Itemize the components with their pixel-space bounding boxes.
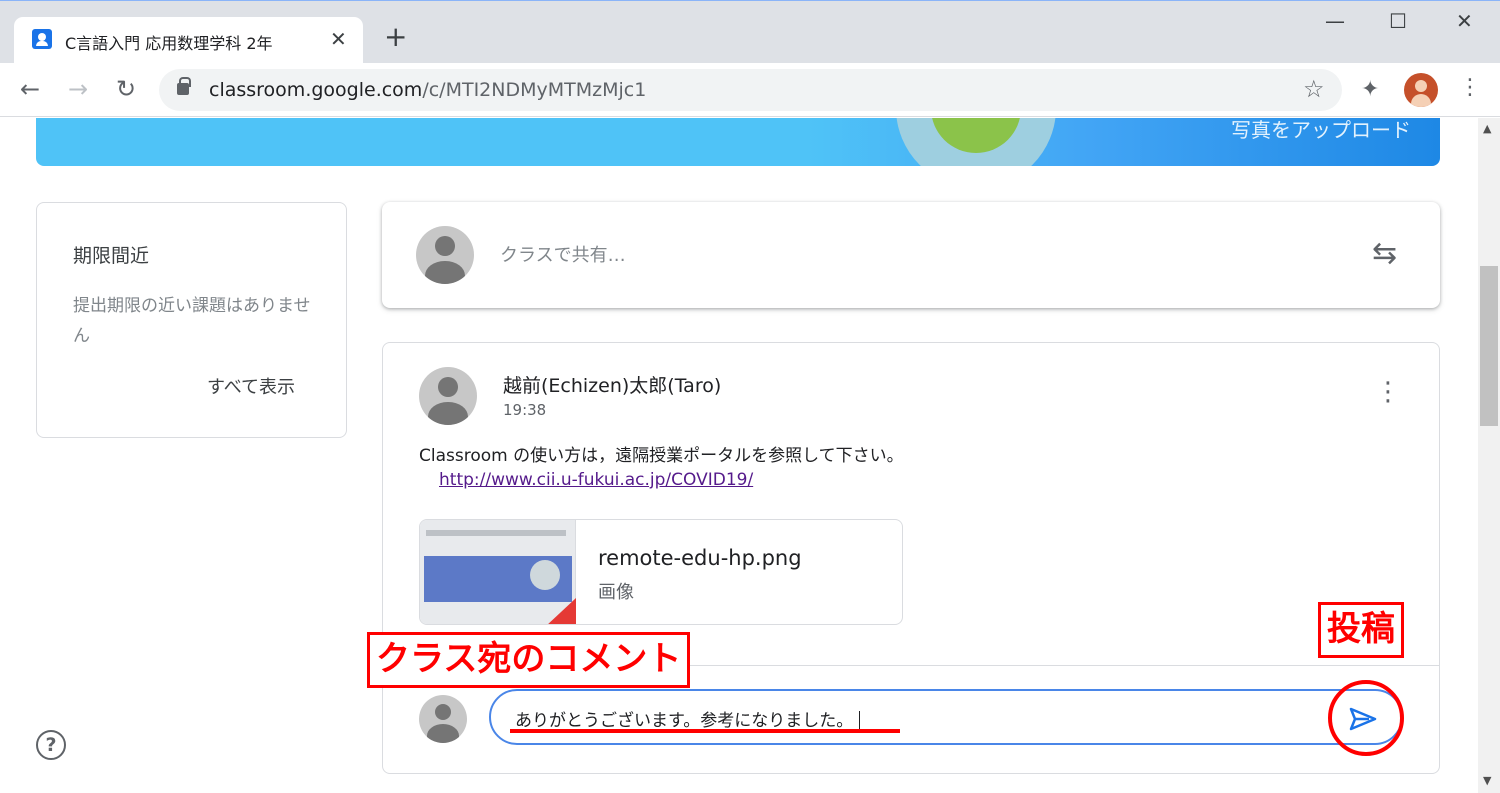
profile-avatar[interactable] xyxy=(1404,73,1438,107)
window-close-button[interactable]: ✕ xyxy=(1456,9,1473,33)
stream-post: 越前(Echizen)太郎(Taro) 19:38 ⋮ Classroom の使… xyxy=(382,342,1440,774)
upcoming-panel: 期限間近 提出期限の近い課題はありません すべて表示 xyxy=(36,202,347,438)
forward-icon[interactable]: → xyxy=(68,75,88,103)
author-avatar xyxy=(419,367,477,425)
upload-photo-link[interactable]: 写真をアップロード xyxy=(1231,118,1411,143)
text-caret xyxy=(859,711,861,731)
scroll-up-arrow-icon[interactable]: ▲ xyxy=(1483,122,1491,135)
annotation-comment-label: クラス宛のコメント xyxy=(367,632,691,688)
page-scrollbar[interactable]: ▲ ▼ xyxy=(1478,118,1500,793)
view-all-link[interactable]: すべて表示 xyxy=(207,373,295,399)
share-placeholder[interactable]: クラスで共有… xyxy=(500,241,626,267)
commenter-avatar xyxy=(419,695,467,743)
user-avatar xyxy=(416,226,474,284)
thumbnail-orb xyxy=(530,560,560,590)
chrome-menu-icon[interactable]: ⋮ xyxy=(1459,75,1481,100)
comment-input-value[interactable]: ありがとうございます。参考になりました。 xyxy=(515,706,861,731)
annotation-send-circle xyxy=(1328,680,1404,756)
upcoming-title: 期限間近 xyxy=(73,245,150,267)
tab-close-icon[interactable]: ✕ xyxy=(330,27,347,51)
repost-icon[interactable]: ⇆ xyxy=(1372,236,1397,271)
image-type-corner-icon xyxy=(546,598,576,624)
attachment-type: 画像 xyxy=(598,582,634,603)
post-body: Classroom の使い方は，遠隔授業ポータルを参照して下さい。 xyxy=(419,446,904,466)
thumbnail-bar xyxy=(426,530,566,536)
annotation-send-label: 投稿 xyxy=(1318,602,1404,658)
url-host: classroom.google.com xyxy=(209,79,423,101)
minimize-button[interactable]: — xyxy=(1325,9,1345,33)
reload-icon[interactable]: ↻ xyxy=(116,75,136,103)
help-icon[interactable]: ? xyxy=(36,730,66,760)
browser-tab[interactable]: C言語入門 応用数理学科 2年 ✕ xyxy=(14,17,363,64)
extensions-icon[interactable]: ✦ xyxy=(1361,77,1379,102)
post-link[interactable]: http://www.cii.u-fukui.ac.jp/COVID19/ xyxy=(439,470,753,490)
class-comment-input[interactable]: ありがとうございます。参考になりました。 xyxy=(489,689,1403,745)
classroom-favicon-icon xyxy=(32,29,52,49)
address-bar[interactable]: classroom.google.com/c/MTI2NDMyMTMzMjc1 … xyxy=(159,69,1342,111)
scroll-thumb[interactable] xyxy=(1480,266,1498,426)
attachment-name: remote-edu-hp.png xyxy=(598,546,802,570)
post-author: 越前(Echizen)太郎(Taro) xyxy=(503,375,722,397)
maximize-button[interactable]: ☐ xyxy=(1389,9,1407,33)
attachment-thumbnail xyxy=(420,520,576,624)
lock-icon[interactable] xyxy=(177,77,191,95)
browser-tabstrip: C言語入門 応用数理学科 2年 ✕ + — ☐ ✕ xyxy=(0,0,1500,64)
tab-title: C言語入門 応用数理学科 2年 xyxy=(65,34,273,53)
star-icon[interactable]: ☆ xyxy=(1303,75,1325,103)
post-time: 19:38 xyxy=(503,401,547,419)
attachment-card[interactable]: remote-edu-hp.png 画像 xyxy=(419,519,903,625)
comment-text: ありがとうございます。参考になりました。 xyxy=(515,711,854,731)
share-box[interactable]: クラスで共有… ⇆ xyxy=(382,202,1440,308)
browser-toolbar: ← → ↻ classroom.google.com/c/MTI2NDMyMTM… xyxy=(0,63,1500,117)
class-banner: 写真をアップロード xyxy=(36,118,1440,166)
annotation-underline xyxy=(510,729,900,733)
upcoming-empty-text: 提出期限の近い課題はありません xyxy=(73,296,311,346)
back-icon[interactable]: ← xyxy=(20,75,40,103)
classroom-page: 写真をアップロード 期限間近 提出期限の近い課題はありません すべて表示 クラス… xyxy=(0,118,1478,793)
new-tab-button[interactable]: + xyxy=(384,23,407,51)
more-vert-icon[interactable]: ⋮ xyxy=(1375,379,1401,405)
scroll-down-arrow-icon[interactable]: ▼ xyxy=(1483,774,1491,787)
url-path: /c/MTI2NDMyMTMzMjc1 xyxy=(422,79,647,101)
url-text[interactable]: classroom.google.com/c/MTI2NDMyMTMzMjc1 xyxy=(209,79,646,101)
